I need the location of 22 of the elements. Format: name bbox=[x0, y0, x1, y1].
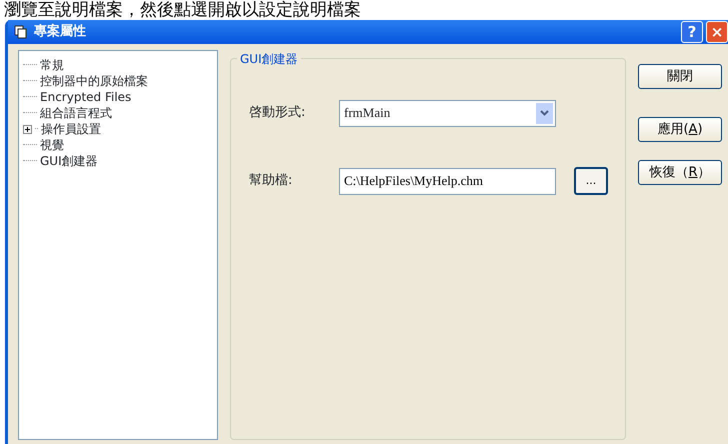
tree-item[interactable]: 操作員設置 bbox=[41, 121, 101, 137]
group-title: GUI創建器 bbox=[237, 50, 301, 68]
close-button[interactable]: × bbox=[706, 21, 728, 43]
tree-item[interactable]: 視覺 bbox=[40, 137, 64, 153]
tree-item[interactable]: 組合語言程式 bbox=[40, 105, 112, 121]
window-title: 專案屬性 bbox=[34, 22, 86, 42]
field-label: 幫助檔: bbox=[249, 172, 294, 190]
dropdown[interactable]: frmMain bbox=[339, 100, 556, 126]
field-label: 啓動形式: bbox=[249, 104, 306, 122]
caption-text: 瀏覽至說明檔案，然後點選開啟以設定說明檔案 bbox=[3, 0, 361, 20]
tree-item[interactable]: GUI創建器 bbox=[40, 153, 98, 169]
tree-item[interactable]: Encrypted Files bbox=[40, 89, 132, 105]
tree-item[interactable]: 常規 bbox=[40, 57, 64, 73]
browse-button[interactable]: ... bbox=[574, 167, 608, 195]
expand-icon[interactable] bbox=[23, 124, 32, 134]
tree-item[interactable]: 控制器中的原始檔案 bbox=[40, 73, 148, 89]
dialog-button[interactable]: 關閉 bbox=[638, 64, 722, 89]
properties-icon bbox=[14, 25, 28, 39]
input-field[interactable]: C:\HelpFiles\MyHelp.chm bbox=[339, 168, 556, 194]
dialog-button[interactable]: 應用(A) bbox=[638, 117, 722, 142]
dialog-button[interactable]: 恢復（R） bbox=[638, 160, 722, 185]
help-button[interactable]: ? bbox=[681, 21, 703, 43]
